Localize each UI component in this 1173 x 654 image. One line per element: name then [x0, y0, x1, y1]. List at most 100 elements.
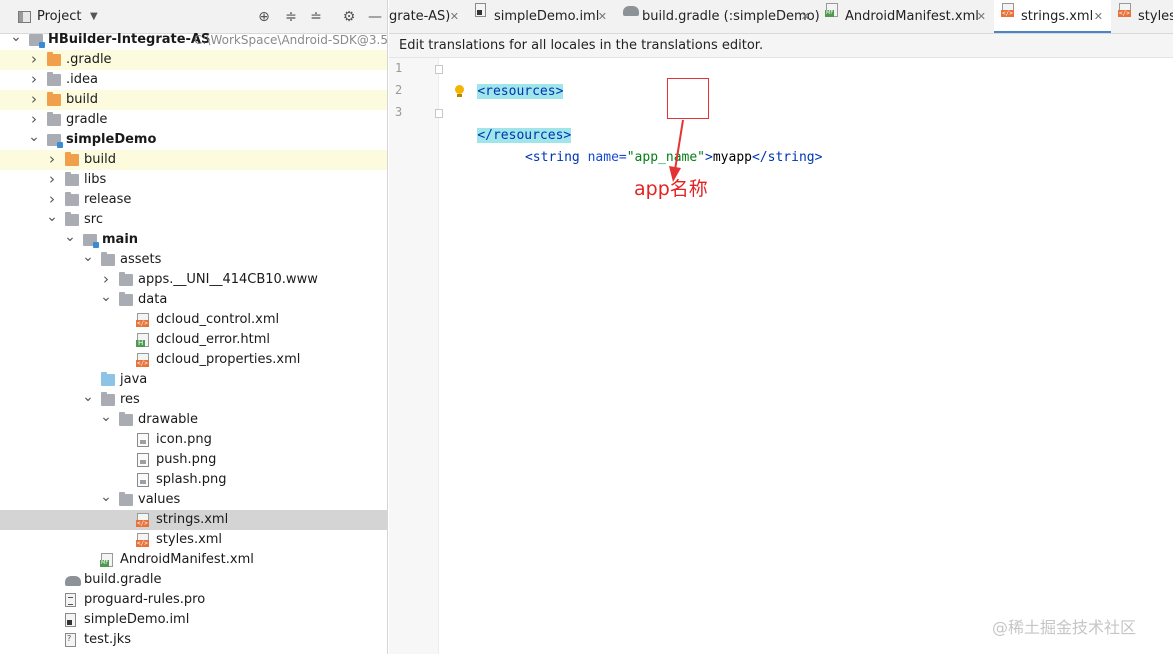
tree-item[interactable]: › release [0, 190, 387, 210]
tree-item[interactable]: dcloud_properties.xml [0, 350, 387, 370]
tree-item-label: simpleDemo [66, 132, 157, 147]
tree-item[interactable]: styles.xml [0, 530, 387, 550]
chevron-right-icon[interactable]: › [28, 70, 40, 89]
close-icon[interactable]: ✕ [1094, 0, 1103, 33]
folder-icon [119, 492, 133, 506]
editor-tab-bar: grate-AS) ✕ simpleDemo.iml ✕ build.gradle (:… [389, 0, 1173, 34]
tree-item[interactable]: ⌄ simpleDemo [0, 130, 387, 150]
code-editor[interactable]: <resources> <string name="app_name">myap… [446, 58, 1173, 654]
close-icon[interactable]: ✕ [450, 0, 459, 33]
tree-item[interactable]: push.png [0, 450, 387, 470]
lightbulb-icon[interactable] [454, 85, 464, 97]
tree-item[interactable]: ⌄ res [0, 390, 387, 410]
code-line-2: <string name="app_name">myapp</string> [446, 81, 846, 165]
tree-item[interactable]: strings.xml [0, 510, 387, 530]
tree-item-label: drawable [138, 412, 199, 427]
tree-item[interactable]: ⌄ assets [0, 250, 387, 270]
project-view-selector[interactable]: Project [37, 9, 81, 24]
locate-file-icon[interactable]: ⊕ [255, 8, 273, 26]
chevron-down-icon[interactable]: ⌄ [100, 410, 112, 424]
chevron-down-icon[interactable]: ⌄ [82, 390, 94, 404]
close-icon[interactable]: ✕ [801, 0, 810, 33]
tree-item-label: icon.png [156, 432, 212, 447]
tree-item[interactable]: dcloud_control.xml [0, 310, 387, 330]
chevron-right-icon[interactable]: › [100, 270, 112, 289]
chevron-down-icon[interactable]: ⌄ [28, 130, 40, 144]
editor-tab[interactable]: build.gradle (:simpleDemo) ✕ [615, 0, 820, 33]
tree-item[interactable]: ⌄ main [0, 230, 387, 250]
tree-item[interactable]: ⌄ drawable [0, 410, 387, 430]
tree-item-label: push.png [156, 452, 217, 467]
file-html-icon [136, 333, 149, 347]
tree-item-label: build [84, 152, 116, 167]
tree-item[interactable]: ⌄ data [0, 290, 387, 310]
chevron-down-icon[interactable]: ⌄ [100, 290, 112, 304]
translations-editor-banner[interactable]: Edit translations for all locales in the… [389, 34, 1173, 58]
tree-item[interactable]: java [0, 370, 387, 390]
tree-item-label: release [84, 192, 132, 207]
resources-close-tag: </resources> [477, 128, 572, 143]
tree-item[interactable]: › .idea [0, 70, 387, 90]
folder-icon [119, 272, 133, 286]
editor-tab[interactable]: styles.x [1111, 0, 1173, 33]
chevron-right-icon[interactable]: › [46, 170, 58, 189]
editor-tab[interactable]: simpleDemo.iml ✕ [467, 0, 615, 33]
expand-all-icon[interactable]: ≑ [282, 8, 300, 26]
line-number: 2 [395, 83, 403, 97]
chevron-right-icon[interactable]: › [46, 190, 58, 209]
file-iml-icon [65, 613, 76, 627]
tree-item[interactable]: icon.png [0, 430, 387, 450]
tree-item-label: proguard-rules.pro [84, 592, 206, 607]
tree-item[interactable]: AndroidManifest.xml [0, 550, 387, 570]
tree-item[interactable]: ⌄ HBuilder-Integrate-AS C:\WorkSpace\Andro… [0, 30, 388, 50]
tree-item[interactable]: splash.png [0, 470, 387, 490]
tree-item[interactable]: dcloud_error.html [0, 330, 387, 350]
project-path: C:\WorkSpace\Android-SDK@3.5.3 [194, 33, 388, 47]
minimize-icon[interactable]: — [366, 8, 384, 26]
tree-item-label: gradle [66, 112, 108, 127]
string-open-tag: <string [524, 150, 588, 165]
tree-item[interactable]: › build [0, 150, 387, 170]
tree-item[interactable]: › gradle [0, 110, 387, 130]
tree-item[interactable]: › libs [0, 170, 387, 190]
tree-item-label: values [138, 492, 181, 507]
chevron-right-icon[interactable]: › [46, 150, 58, 169]
editor-tab[interactable]: AndroidManifest.xml✕ [818, 0, 994, 33]
string-close-tag: </string> [751, 150, 823, 165]
chevron-down-icon[interactable]: ⌄ [64, 230, 76, 244]
chevron-right-icon[interactable]: › [28, 50, 40, 69]
editor-tab[interactable]: strings.xml✕ [994, 0, 1111, 33]
gear-icon[interactable]: ⚙ [340, 8, 358, 26]
tree-item-label: test.jks [84, 632, 132, 647]
tree-item[interactable]: › .gradle [0, 50, 387, 70]
tree-item-label: java [120, 372, 148, 387]
tree-item-label: AndroidManifest.xml [120, 552, 254, 567]
tree-item[interactable]: simpleDemo.iml [0, 610, 387, 630]
chevron-down-icon[interactable]: ⌄ [10, 30, 22, 44]
file-mf-icon [100, 553, 113, 567]
collapse-all-icon[interactable]: ≐ [307, 8, 325, 26]
chevron-right-icon[interactable]: › [28, 110, 40, 129]
chevron-down-icon[interactable]: ⌄ [82, 250, 94, 264]
tree-item[interactable]: ⌄ values [0, 490, 387, 510]
editor-tab[interactable]: grate-AS) ✕ [389, 0, 467, 33]
attr-name: name= [587, 150, 627, 165]
tree-item[interactable]: build.gradle [0, 570, 387, 590]
tree-item[interactable]: › apps.__UNI__414CB10.www [0, 270, 387, 290]
tree-item-label: dcloud_control.xml [156, 312, 280, 327]
close-icon[interactable]: ✕ [977, 0, 986, 33]
fold-marker-icon[interactable] [435, 109, 443, 118]
chevron-right-icon[interactable]: › [28, 90, 40, 109]
tree-item-label: .gradle [66, 52, 112, 67]
tree-item-label: data [138, 292, 168, 307]
tree-item[interactable]: ⌄ src [0, 210, 387, 230]
tree-item[interactable]: test.jks [0, 630, 387, 650]
tree-item[interactable]: › build [0, 90, 387, 110]
file-xml-icon [1118, 3, 1131, 17]
tree-item[interactable]: proguard-rules.pro [0, 590, 387, 610]
chevron-down-icon[interactable]: ⌄ [46, 210, 58, 224]
close-icon[interactable]: ✕ [598, 0, 607, 33]
fold-marker-icon[interactable] [435, 65, 443, 74]
chevron-down-icon[interactable]: ⌄ [100, 490, 112, 504]
chevron-down-icon[interactable]: ▼ [90, 11, 98, 22]
